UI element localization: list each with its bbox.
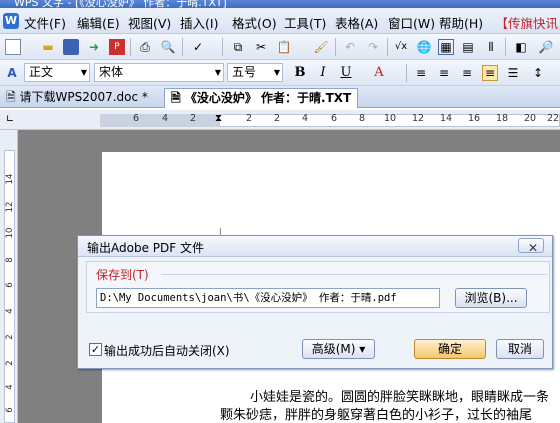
cancel-button[interactable]: 取消 xyxy=(496,339,544,359)
align-right-icon[interactable]: ≡ xyxy=(459,65,475,81)
menu-view[interactable]: 视图(V) xyxy=(128,13,171,32)
tab-stop-icon[interactable]: ∟ xyxy=(2,112,18,128)
style-combo[interactable]: 正文 ▼ xyxy=(24,63,90,82)
vertical-ruler[interactable]: 14 12 10 8 6 4 2 2 4 6 xyxy=(0,130,18,423)
tab-wps2007[interactable]: 🗎 请下载WPS2007.doc * xyxy=(0,88,154,108)
menu-edit[interactable]: 编辑(E) xyxy=(77,13,120,32)
print-icon[interactable]: ⎙ xyxy=(137,39,153,55)
standard-toolbar: ▬ ➜ P ⎙ 🔍 ✓ ⧉ ✂ 📋 🖌 ↶ ↷ √x 🌐 ▦ ▤ ⫴ ◧ 🔎 xyxy=(0,34,560,60)
wps-app-icon[interactable]: W xyxy=(3,13,19,29)
title-bar: WPS 文字 - [《没心没妒》 作者：于晴.TXT] xyxy=(0,0,560,8)
distributed-icon[interactable]: ☰ xyxy=(505,65,521,81)
auto-close-checkbox[interactable]: ✓ xyxy=(89,343,102,356)
align-left-icon[interactable]: ≡ xyxy=(413,65,429,81)
copy-icon[interactable]: ⧉ xyxy=(230,39,246,55)
line-spacing-icon[interactable]: ↕ xyxy=(530,65,546,81)
font-size-combo[interactable]: 五号 ▼ xyxy=(227,63,283,82)
menu-table[interactable]: 表格(A) xyxy=(335,13,378,32)
menu-file[interactable]: 文件(F) xyxy=(24,13,66,32)
output-path-field[interactable]: D:\My Documents\joan\书\《没心没妒》 作者：于晴.pdf xyxy=(96,288,440,308)
dialog-title-bar[interactable]: 输出Adobe PDF 文件 ✕ xyxy=(78,236,552,257)
font-color-button[interactable]: A xyxy=(370,64,388,82)
indent-marker-icon[interactable]: ⧗ xyxy=(215,113,222,124)
align-center-icon[interactable]: ≡ xyxy=(436,65,452,81)
bold-button[interactable]: B xyxy=(291,64,309,82)
sidebar-icon[interactable]: ◧ xyxy=(513,39,529,55)
menu-insert[interactable]: 插入(I) xyxy=(180,13,218,32)
columns-icon[interactable]: ⫴ xyxy=(483,39,499,55)
txt-icon: 🗎 xyxy=(171,91,185,105)
insert-table-icon[interactable]: ▦ xyxy=(438,39,454,55)
advanced-button[interactable]: 高级(M) ▾ xyxy=(302,339,375,359)
brand-link[interactable]: 【传旗快讯 xyxy=(495,13,558,32)
browse-button[interactable]: 浏览(B)... xyxy=(455,288,527,308)
menu-help[interactable]: 帮助(H) xyxy=(439,13,483,32)
open-folder-icon[interactable]: ▬ xyxy=(40,39,56,55)
window-title: WPS 文字 - [《没心没妒》 作者：于晴.TXT] xyxy=(14,0,227,8)
undo-icon[interactable]: ↶ xyxy=(342,39,358,55)
save-icon[interactable] xyxy=(63,39,79,55)
dialog-close-button[interactable]: ✕ xyxy=(518,238,544,255)
paste-icon[interactable]: 📋 xyxy=(276,39,292,55)
formula-icon[interactable]: √x xyxy=(393,39,409,55)
formatting-toolbar: A 正文 ▼ 宋体 ▼ 五号 ▼ B I U A ≡ ≡ ≡ ≡ ☰ ↕ xyxy=(0,60,560,86)
redo-icon[interactable]: ↷ xyxy=(365,39,381,55)
auto-close-label: 输出成功后自动关闭(X) xyxy=(104,344,230,358)
ok-button[interactable]: 确定 xyxy=(414,339,486,359)
pdf-icon[interactable]: P xyxy=(109,39,125,55)
document-line-1: 小娃娃是瓷的。圆圆的胖脸笑眯眯地，眼睛眯成一条 xyxy=(250,390,550,405)
save-to-label: 保存到(T) xyxy=(96,268,149,282)
dialog-title: 输出Adobe PDF 文件 xyxy=(87,241,204,255)
close-icon: ✕ xyxy=(528,241,539,255)
export-pdf-dialog: 输出Adobe PDF 文件 ✕ 保存到(T) D:\My Documents\… xyxy=(77,235,553,369)
export-icon[interactable]: ➜ xyxy=(86,39,102,55)
horizontal-ruler[interactable]: ∟ 6 4 2 2 2 4 6 8 10 12 14 16 18 20 22 ⧗ xyxy=(0,110,560,130)
tab-current-document[interactable]: 🗎 《没心没妒》 作者：于晴.TXT xyxy=(164,88,359,108)
hyperlink-icon[interactable]: 🌐 xyxy=(416,39,432,55)
menu-window[interactable]: 窗口(W) xyxy=(388,13,435,32)
format-painter-icon[interactable]: 🖌 xyxy=(313,39,329,55)
new-document-icon[interactable] xyxy=(5,39,21,55)
print-preview-icon[interactable]: 🔍 xyxy=(160,39,176,55)
font-combo[interactable]: 宋体 ▼ xyxy=(94,63,224,82)
menu-bar: W 文件(F) 编辑(E) 视图(V) 插入(I) 格式(O) 工具(T) 表格… xyxy=(0,8,560,34)
cut-icon[interactable]: ✂ xyxy=(253,39,269,55)
doc-icon: 🗎 xyxy=(6,90,20,104)
document-tab-bar: 🗎 请下载WPS2007.doc * 🗎 《没心没妒》 作者：于晴.TXT xyxy=(0,86,560,108)
menu-tools[interactable]: 工具(T) xyxy=(284,13,326,32)
justify-icon[interactable]: ≡ xyxy=(482,65,498,81)
save-to-group: 保存到(T) D:\My Documents\joan\书\《没心没妒》 作者：… xyxy=(86,261,550,313)
menu-format[interactable]: 格式(O) xyxy=(232,13,277,32)
zoom-icon[interactable]: 🔎 xyxy=(538,39,554,55)
spellcheck-icon[interactable]: ✓ xyxy=(190,39,206,55)
table-tools-icon[interactable]: ▤ xyxy=(460,39,476,55)
underline-button[interactable]: U xyxy=(337,64,355,82)
style-icon[interactable]: A xyxy=(4,65,20,81)
document-line-2: 颗朱砂痣，胖胖的身躯穿著白色的小衫子，过长的袖尾 xyxy=(220,408,533,423)
italic-button[interactable]: I xyxy=(314,64,332,82)
